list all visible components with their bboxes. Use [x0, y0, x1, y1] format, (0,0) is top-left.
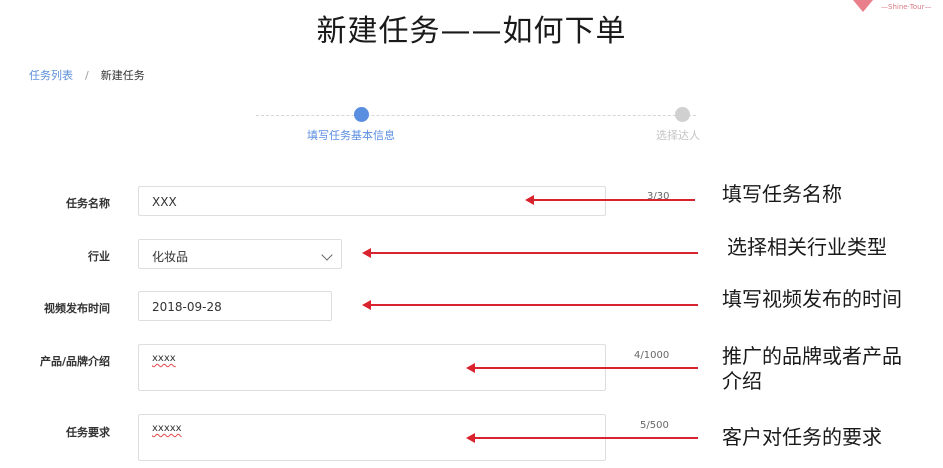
brand-intro-counter: 4/1000: [634, 350, 670, 361]
step-1-indicator-icon: [354, 107, 369, 122]
annotation-publish-time: 填写视频发布的时间: [722, 287, 902, 311]
requirements-label: 任务要求: [66, 426, 110, 439]
industry-value: 化妆品: [152, 250, 189, 264]
industry-select[interactable]: 化妆品: [138, 239, 342, 269]
breadcrumb-current: 新建任务: [100, 69, 145, 82]
logo-mark-icon: [853, 0, 873, 12]
industry-label: 行业: [88, 250, 110, 263]
step-2-label[interactable]: 选择达人: [656, 127, 700, 143]
breadcrumb-separator: /: [85, 69, 89, 82]
task-name-label: 任务名称: [66, 197, 110, 210]
annotation-arrow: [525, 195, 695, 205]
annotation-arrow: [362, 300, 698, 310]
chevron-down-icon[interactable]: [321, 249, 333, 261]
requirements-counter: 5/500: [640, 420, 669, 431]
brand-intro-label: 产品/品牌介绍: [39, 355, 110, 368]
annotation-task-name: 填写任务名称: [722, 182, 842, 206]
task-name-input[interactable]: XXX: [138, 186, 606, 216]
annotation-arrow: [466, 363, 698, 373]
annotation-arrow: [362, 248, 698, 258]
step-2-indicator-icon: [675, 107, 690, 122]
slide-title: 新建任务——如何下单: [316, 14, 627, 49]
brand-intro-value: xxxx: [152, 353, 176, 364]
annotation-arrow: [466, 433, 698, 443]
publish-date-input[interactable]: 2018-09-28: [138, 291, 332, 321]
annotation-brand-intro-line1: 推广的品牌或者产品: [722, 344, 902, 368]
task-name-value: XXX: [152, 195, 177, 209]
steps-connector: [256, 115, 696, 116]
breadcrumb-task-list-link[interactable]: 任务列表: [29, 69, 73, 82]
breadcrumb: 任务列表 / 新建任务: [29, 67, 145, 83]
annotation-brand-intro-line2: 介绍: [722, 369, 762, 393]
publish-time-label: 视频发布时间: [44, 302, 110, 315]
step-1-label[interactable]: 填写任务基本信息: [307, 127, 395, 143]
annotation-industry: 选择相关行业类型: [727, 235, 887, 259]
logo-text: —Shine·Tour—: [881, 3, 932, 11]
publish-date-value: 2018-09-28: [152, 300, 222, 314]
requirements-value: xxxxx: [152, 423, 182, 434]
annotation-requirements: 客户对任务的要求: [722, 425, 882, 449]
brand-logo: —Shine·Tour—: [853, 0, 943, 16]
